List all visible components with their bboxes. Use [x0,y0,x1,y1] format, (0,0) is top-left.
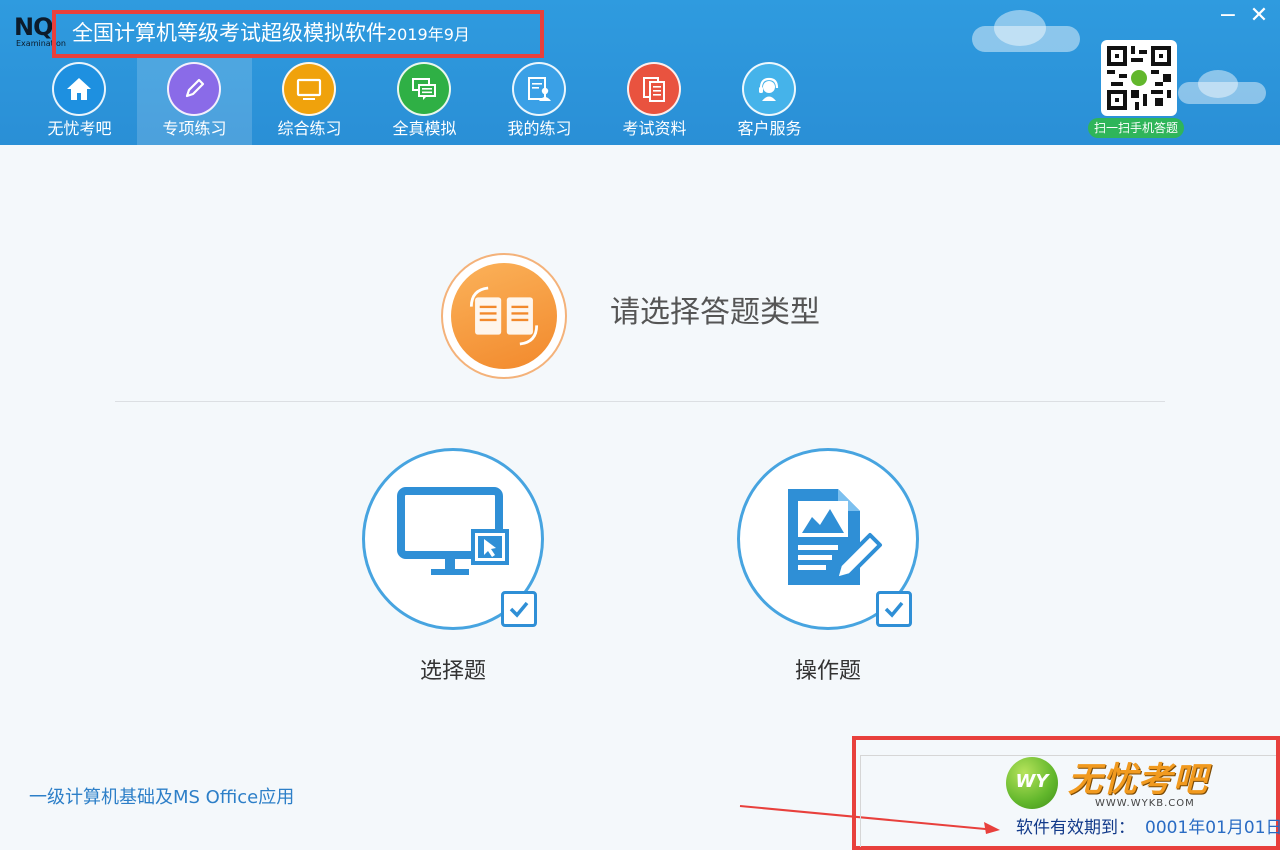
chat-icon [397,62,451,116]
close-button[interactable]: ✕ [1247,4,1271,28]
brand-logo: WY [1006,757,1058,809]
multiple-choice-button[interactable] [362,448,544,630]
nav-label: 专项练习 [162,119,227,138]
cloud-decoration [972,10,1080,52]
logo-text: NQ [14,13,53,41]
nav-item-customer-service[interactable]: 客户服务 [712,58,827,145]
pencil-icon [167,62,221,116]
nav-item-comprehensive[interactable]: 综合练习 [252,58,367,145]
nav-label: 我的练习 [507,119,572,138]
user-doc-icon [512,62,566,116]
nav-item-my-practice[interactable]: 我的练习 [482,58,597,145]
operation-question-label[interactable]: 操作题 [737,657,919,687]
nav-label: 客户服务 [737,119,802,138]
document-pen-icon [788,489,882,585]
nav-item-simulation[interactable]: 全真模拟 [367,58,482,145]
app-title-edition: 2019年9月 [387,25,470,44]
checkbox-icon [876,591,912,627]
headset-icon [742,62,796,116]
nav-label: 考试资料 [622,119,687,138]
nav-label: 无忧考吧 [47,119,112,138]
question-type-icon [441,253,567,379]
brand-url: WWW.WYKB.COM [1095,798,1195,809]
brand-logo-text: WY [1015,771,1049,792]
monitor-icon [282,62,336,116]
nav-label: 综合练习 [277,119,342,138]
checkbox-icon [501,591,537,627]
nav-item-special-practice[interactable]: 专项练习 [137,58,252,145]
qr-code-icon [1107,46,1171,110]
books-icon [469,286,539,346]
nav-item-materials[interactable]: 考试资料 [597,58,712,145]
subject-link[interactable]: 一级计算机基础及MS Office应用 [29,786,294,810]
question-type-prompt: 请选择答题类型 [610,295,820,330]
multiple-choice-label[interactable]: 选择题 [362,657,544,687]
home-icon [52,62,106,116]
cloud-decoration [1178,70,1266,104]
operation-question-button[interactable] [737,448,919,630]
nav-item-home[interactable]: 无忧考吧 [22,58,137,145]
minimize-button[interactable]: − [1216,4,1240,28]
divider [115,401,1165,402]
validity-label: 软件有效期到： [1016,818,1135,838]
validity-date: 0001年01月01日 [1145,818,1280,838]
app-title: 全国计算机等级考试超级模拟软件2019年9月 [72,18,470,50]
main-nav: 无忧考吧 专项练习 综合练习 全真模拟 我的练习 考试资料 客户服务 [22,58,827,145]
documents-icon [627,62,681,116]
brand-name: 无忧考吧 [1068,760,1208,800]
nav-label: 全真模拟 [392,119,457,138]
title-bar: NQ Examination 全国计算机等级考试超级模拟软件2019年9月 − … [0,0,1280,145]
monitor-cursor-icon [397,487,509,575]
qr-label: 扫一扫手机答题 [1088,118,1185,138]
validity-info: 软件有效期到： 0001年01月01日 [1016,817,1280,839]
qr-code [1101,40,1177,116]
app-title-main: 全国计算机等级考试超级模拟软件 [72,21,387,45]
